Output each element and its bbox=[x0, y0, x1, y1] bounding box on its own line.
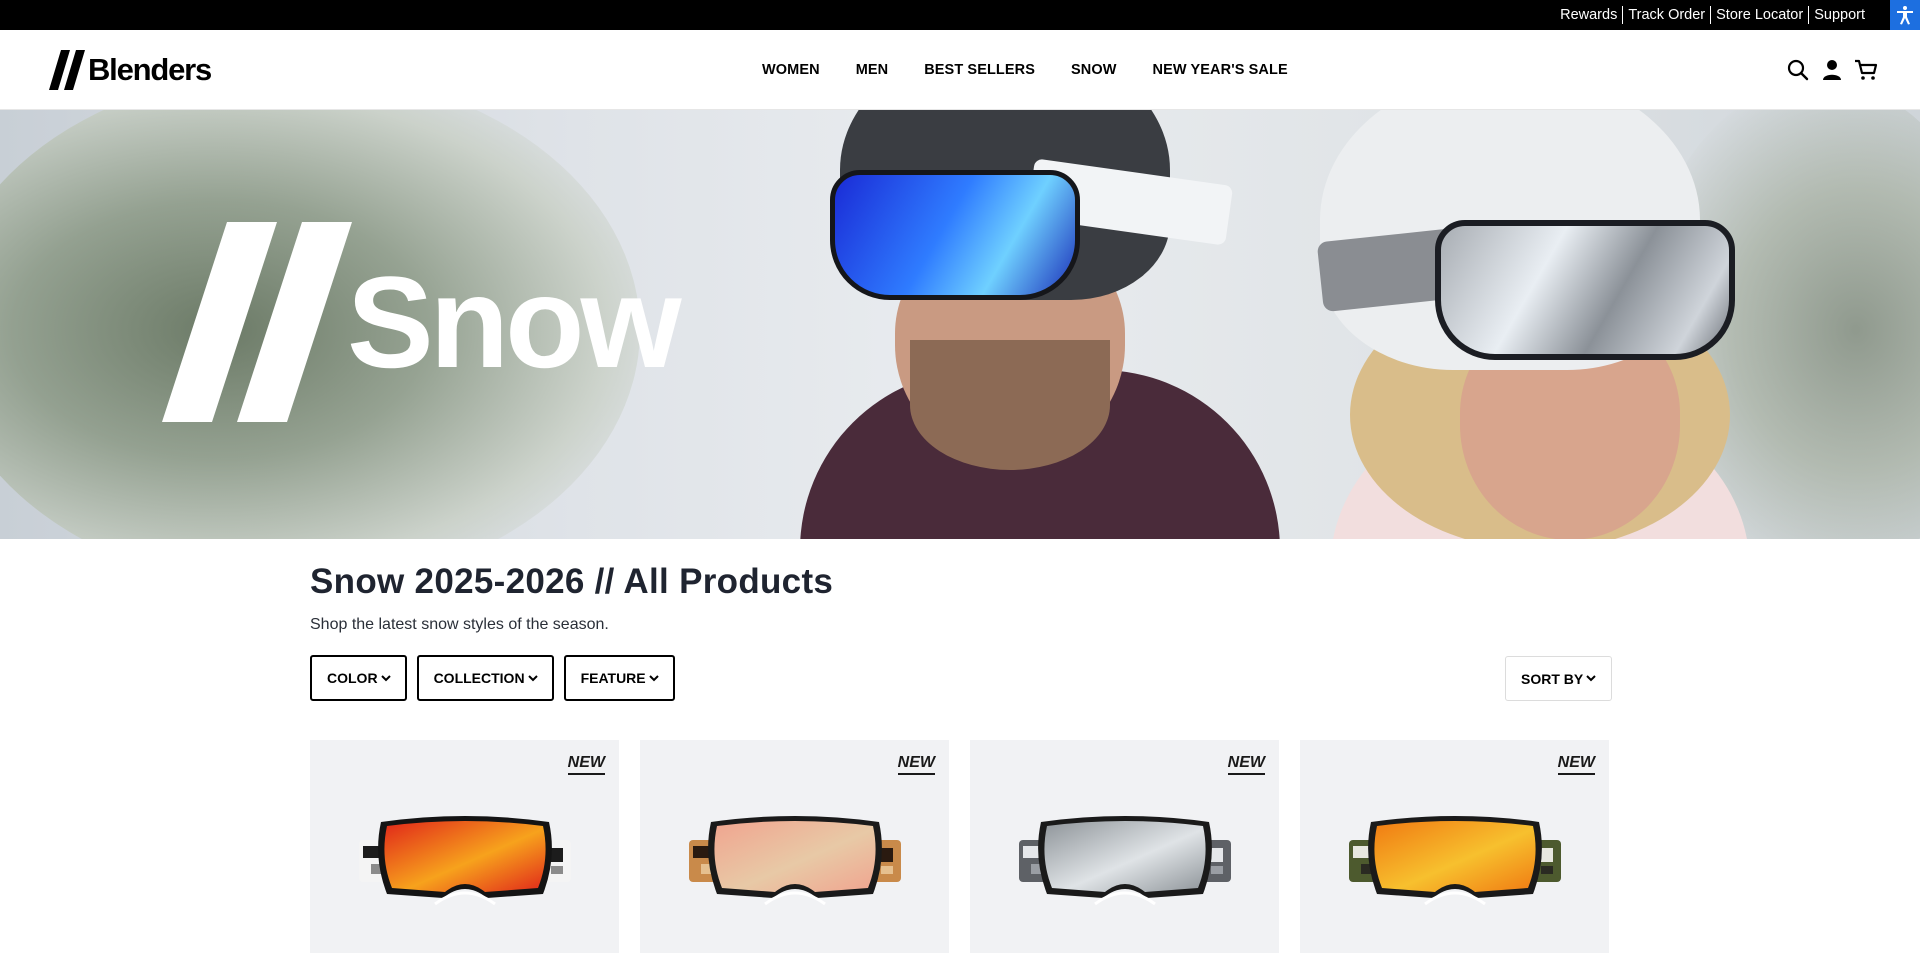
blenders-logo[interactable]: Blenders bbox=[49, 49, 212, 91]
hero-wordmark: Snow bbox=[162, 222, 682, 422]
utility-links: Rewards Track Order Store Locator Suppor… bbox=[1555, 0, 1870, 30]
chevron-down-icon bbox=[1586, 675, 1596, 682]
nav-men[interactable]: MEN bbox=[856, 62, 889, 78]
strap-pattern bbox=[1023, 846, 1039, 858]
goggle-product-image bbox=[1349, 816, 1561, 906]
account-button[interactable] bbox=[1820, 58, 1844, 82]
strap-pattern bbox=[1353, 846, 1369, 858]
account-icon bbox=[1823, 60, 1841, 80]
new-badge: NEW bbox=[1557, 754, 1595, 775]
filter-color-button[interactable]: COLOR bbox=[310, 655, 407, 701]
main-nav: WOMEN MEN BEST SELLERS SNOW NEW YEAR'S S… bbox=[762, 30, 1288, 110]
collection-title: Snow 2025-2026 // All Products bbox=[310, 562, 834, 601]
accessibility-button[interactable] bbox=[1890, 0, 1920, 30]
sort-by-button[interactable]: SORT BY bbox=[1505, 656, 1613, 701]
support-link[interactable]: Support bbox=[1809, 7, 1870, 24]
goggle-lens bbox=[384, 821, 546, 892]
chevron-down-icon bbox=[648, 674, 659, 681]
hero-slashes-icon bbox=[162, 222, 352, 422]
strap-pattern bbox=[551, 866, 563, 874]
sort-by-label: SORT BY bbox=[1521, 670, 1584, 687]
filter-collection-label: COLLECTION bbox=[433, 670, 525, 686]
utility-bar: Rewards Track Order Store Locator Suppor… bbox=[0, 0, 1920, 30]
cart-button[interactable] bbox=[1854, 58, 1878, 82]
goggle-lens bbox=[1044, 821, 1206, 892]
hero-banner: Snow bbox=[0, 110, 1920, 539]
cart-icon bbox=[1855, 59, 1878, 80]
product-card[interactable]: NEW bbox=[970, 740, 1279, 953]
new-badge: NEW bbox=[1227, 754, 1265, 775]
new-badge: NEW bbox=[897, 754, 935, 775]
hero-skier-woman bbox=[1290, 110, 1750, 539]
chevron-down-icon bbox=[380, 674, 391, 681]
search-icon bbox=[1787, 59, 1809, 81]
new-badge: NEW bbox=[567, 754, 605, 775]
goggle-lens bbox=[1374, 821, 1536, 892]
nav-snow[interactable]: SNOW bbox=[1071, 62, 1117, 78]
goggle-product-image bbox=[689, 816, 901, 906]
track-order-link[interactable]: Track Order bbox=[1623, 7, 1710, 24]
nav-best-sellers[interactable]: BEST SELLERS bbox=[924, 62, 1035, 78]
product-card[interactable]: NEW bbox=[310, 740, 619, 953]
product-card[interactable]: NEW bbox=[1300, 740, 1609, 953]
product-grid: NEW NEW NEW NEW bbox=[310, 740, 1610, 953]
product-card[interactable]: NEW bbox=[640, 740, 949, 953]
collection-description: Shop the latest snow styles of the seaso… bbox=[310, 616, 609, 633]
filter-feature-button[interactable]: FEATURE bbox=[563, 655, 675, 701]
filter-color-label: COLOR bbox=[327, 670, 378, 686]
chevron-down-icon bbox=[527, 674, 538, 681]
store-locator-link[interactable]: Store Locator bbox=[1711, 7, 1808, 24]
strap-pattern bbox=[693, 846, 709, 858]
search-button[interactable] bbox=[1786, 58, 1810, 82]
goggle-product-image bbox=[359, 816, 571, 906]
strap-pattern bbox=[881, 866, 893, 874]
goggle-lens bbox=[714, 821, 876, 892]
logo-text: Blenders bbox=[88, 52, 212, 87]
filter-feature-label: FEATURE bbox=[580, 670, 646, 686]
header-icons bbox=[1776, 30, 1878, 110]
filter-collection-button[interactable]: COLLECTION bbox=[416, 655, 554, 701]
nav-new-years-sale[interactable]: NEW YEAR'S SALE bbox=[1153, 62, 1288, 78]
goggle-product-image bbox=[1019, 816, 1231, 906]
strap-pattern bbox=[1211, 866, 1223, 874]
logo-slashes-icon bbox=[49, 50, 85, 90]
strap-pattern bbox=[363, 846, 379, 858]
filter-bar: COLOR COLLECTION FEATURE bbox=[310, 655, 685, 701]
hero-title: Snow bbox=[347, 249, 682, 395]
accessibility-icon bbox=[1897, 6, 1913, 25]
hero-skier-man bbox=[800, 110, 1280, 539]
rewards-link[interactable]: Rewards bbox=[1555, 7, 1622, 24]
nav-women[interactable]: WOMEN bbox=[762, 62, 820, 78]
site-header: Blenders WOMEN MEN BEST SELLERS SNOW NEW… bbox=[0, 30, 1920, 110]
strap-pattern bbox=[1541, 866, 1553, 874]
